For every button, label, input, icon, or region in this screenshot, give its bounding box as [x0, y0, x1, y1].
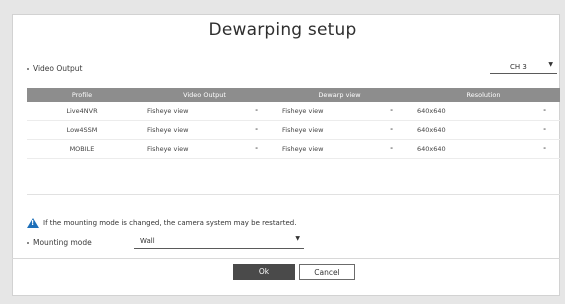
dewarp-view-dropdown[interactable]: Fisheye view -: [272, 120, 407, 140]
video-output-dropdown[interactable]: Fisheye view -: [137, 102, 272, 121]
warning-icon: [27, 218, 39, 228]
column-header-dewarp-view: Dewarp view: [272, 88, 407, 102]
profile-cell: Low4SSM: [27, 120, 137, 140]
dropdown-dash-icon: -: [543, 144, 546, 152]
chevron-down-icon: ▼: [295, 235, 300, 242]
notice-text: If the mounting mode is changed, the cam…: [43, 219, 297, 227]
dewarp-view-dropdown[interactable]: Fisheye view -: [272, 139, 407, 159]
resolution-dropdown[interactable]: 640x640 -: [407, 139, 560, 159]
dropdown-dash-icon: -: [255, 125, 258, 133]
video-output-label: Video Output: [33, 64, 83, 73]
footer-divider: [12, 258, 560, 259]
dewarp-view-value: Fisheye view: [282, 107, 324, 115]
video-output-section-label: Video Output: [27, 64, 82, 73]
profile-table: Profile Video Output Dewarp view Resolut…: [27, 88, 560, 159]
resolution-value: 640x640: [417, 126, 446, 134]
dropdown-dash-icon: -: [543, 106, 546, 114]
video-output-value: Fisheye view: [147, 145, 189, 153]
dewarp-view-value: Fisheye view: [282, 126, 324, 134]
chevron-down-icon: ▼: [548, 61, 553, 68]
channel-select-value: CH 3: [510, 63, 527, 71]
table-row: Low4SSM Fisheye view - Fisheye view - 640x…: [27, 120, 560, 140]
dropdown-dash-icon: -: [255, 106, 258, 114]
dropdown-dash-icon: -: [390, 106, 393, 114]
dropdown-dash-icon: -: [543, 125, 546, 133]
profile-cell: Live4NVR: [27, 102, 137, 121]
mounting-mode-value: Wall: [140, 237, 155, 245]
dropdown-dash-icon: -: [255, 144, 258, 152]
bullet-icon: [27, 68, 29, 70]
table-divider: [27, 194, 560, 195]
mounting-mode-select[interactable]: Wall ▼: [134, 232, 304, 249]
mounting-mode-section-label: Mounting mode: [27, 238, 92, 247]
cancel-button[interactable]: Cancel: [299, 264, 355, 280]
table-header-row: Profile Video Output Dewarp view Resolut…: [27, 88, 560, 102]
ok-button[interactable]: Ok: [233, 264, 295, 280]
table-row: MOBILE Fisheye view - Fisheye view - 640x6…: [27, 139, 560, 159]
video-output-dropdown[interactable]: Fisheye view -: [137, 120, 272, 140]
dewarp-view-dropdown[interactable]: Fisheye view -: [272, 102, 407, 121]
resolution-dropdown[interactable]: 640x640 -: [407, 102, 560, 121]
video-output-value: Fisheye view: [147, 107, 189, 115]
table-row: Live4NVR Fisheye view - Fisheye view - 640…: [27, 102, 560, 121]
column-header-video-output: Video Output: [137, 88, 272, 102]
resolution-value: 640x640: [417, 145, 446, 153]
resolution-dropdown[interactable]: 640x640 -: [407, 120, 560, 140]
video-output-value: Fisheye view: [147, 126, 189, 134]
dropdown-dash-icon: -: [390, 125, 393, 133]
column-header-resolution: Resolution: [407, 88, 560, 102]
channel-select[interactable]: CH 3 ▼: [490, 58, 557, 74]
video-output-dropdown[interactable]: Fisheye view -: [137, 139, 272, 159]
profile-cell: MOBILE: [27, 139, 137, 159]
restart-notice: If the mounting mode is changed, the cam…: [27, 218, 296, 228]
mounting-mode-label: Mounting mode: [33, 238, 92, 247]
resolution-value: 640x640: [417, 107, 446, 115]
dialog-title: Dewarping setup: [208, 20, 357, 40]
bullet-icon: [27, 242, 29, 244]
dewarp-view-value: Fisheye view: [282, 145, 324, 153]
dropdown-dash-icon: -: [390, 144, 393, 152]
column-header-profile: Profile: [27, 88, 137, 102]
